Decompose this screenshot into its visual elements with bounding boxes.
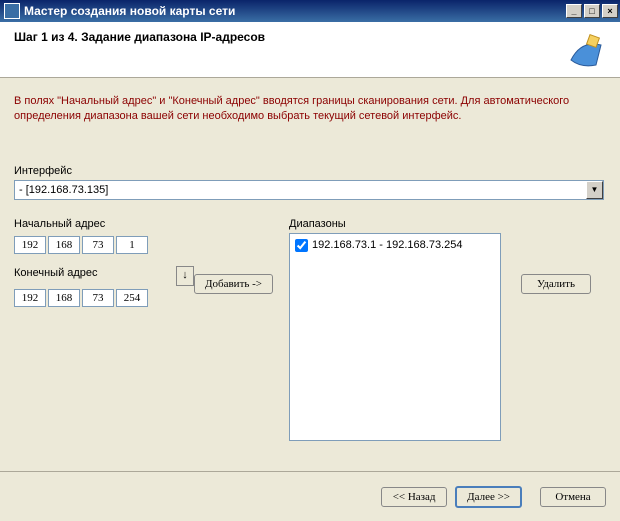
end-octet-3[interactable] xyxy=(82,289,114,307)
ranges-listbox[interactable]: 192.168.73.1 - 192.168.73.254 xyxy=(289,233,501,441)
end-address-input xyxy=(14,289,194,307)
chevron-down-icon[interactable]: ▼ xyxy=(586,181,603,199)
interface-selected-value: - [192.168.73.135] xyxy=(19,184,108,196)
start-octet-3[interactable] xyxy=(82,236,114,254)
ranges-label: Диапазоны xyxy=(289,218,511,230)
start-address-label: Начальный адрес xyxy=(14,218,194,230)
help-text: В полях "Начальный адрес" и "Конечный ад… xyxy=(14,94,606,125)
range-text: 192.168.73.1 - 192.168.73.254 xyxy=(312,239,462,251)
delete-button[interactable]: Удалить xyxy=(521,274,591,294)
start-octet-4[interactable] xyxy=(116,236,148,254)
close-button[interactable]: × xyxy=(602,4,618,18)
wizard-icon xyxy=(566,30,606,73)
range-checkbox[interactable] xyxy=(295,239,308,252)
step-title: Шаг 1 из 4. Задание диапазона IP-адресов xyxy=(14,30,265,44)
wizard-header: Шаг 1 из 4. Задание диапазона IP-адресов xyxy=(0,22,620,78)
add-button[interactable]: Добавить -> xyxy=(194,274,273,294)
start-octet-1[interactable] xyxy=(14,236,46,254)
minimize-button[interactable]: _ xyxy=(566,4,582,18)
copy-down-button[interactable]: ↓ xyxy=(176,266,194,286)
list-item[interactable]: 192.168.73.1 - 192.168.73.254 xyxy=(294,238,496,253)
interface-select[interactable]: - [192.168.73.135] ▼ xyxy=(14,180,604,200)
maximize-button[interactable]: □ xyxy=(584,4,600,18)
end-octet-4[interactable] xyxy=(116,289,148,307)
start-octet-2[interactable] xyxy=(48,236,80,254)
wizard-footer: << Назад Далее >> Отмена xyxy=(0,471,620,521)
back-button[interactable]: << Назад xyxy=(381,487,447,507)
cancel-button[interactable]: Отмена xyxy=(540,487,606,507)
end-octet-2[interactable] xyxy=(48,289,80,307)
app-icon xyxy=(4,3,20,19)
interface-label: Интерфейс xyxy=(14,165,606,177)
window-title: Мастер создания новой карты сети xyxy=(24,4,235,18)
end-octet-1[interactable] xyxy=(14,289,46,307)
titlebar[interactable]: Мастер создания новой карты сети _ □ × xyxy=(0,0,620,22)
start-address-input xyxy=(14,236,148,254)
next-button[interactable]: Далее >> xyxy=(455,486,522,508)
end-address-label: Конечный адрес xyxy=(14,267,172,279)
